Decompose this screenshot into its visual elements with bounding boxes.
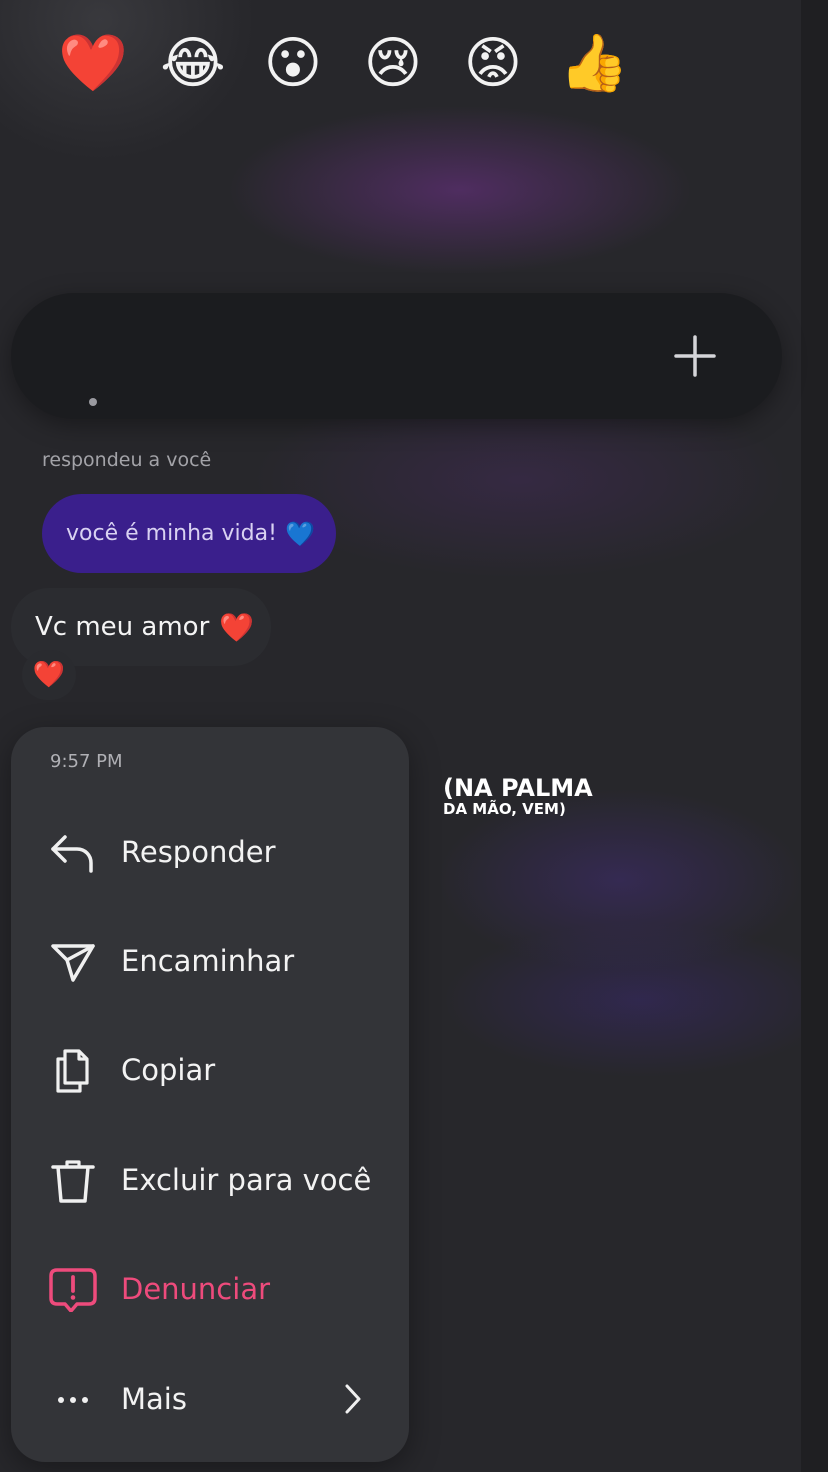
reaction-thumbs-up[interactable]: 👍 (556, 26, 632, 102)
quoted-message[interactable]: você é minha vida! 💙 (42, 494, 336, 573)
reaction-surprised[interactable]: 😮 (255, 26, 331, 102)
more-icon (58, 1397, 88, 1403)
forward-button[interactable]: Encaminhar (11, 911, 409, 1011)
reply-label: Responder (121, 835, 276, 869)
blue-heart-icon: 💙 (284, 519, 315, 548)
reaction-crying[interactable]: 😢 (355, 26, 431, 102)
report-icon (49, 1268, 97, 1312)
reply-icon (51, 835, 93, 873)
caption-line-2: DA MÃO, VEM) (443, 800, 566, 818)
reaction-tears-of-joy[interactable]: 😂 (155, 26, 231, 102)
copy-label: Copiar (121, 1053, 216, 1087)
more-label: Mais (121, 1382, 187, 1416)
red-heart-icon: ❤️ (219, 610, 255, 644)
reaction-angry[interactable]: 😡 (455, 26, 531, 102)
message-text: Vc meu amor (35, 612, 210, 642)
add-reaction-button[interactable] (665, 326, 725, 386)
reply-button[interactable]: Responder (11, 802, 409, 902)
message-reaction-badge[interactable]: ❤️ (22, 650, 76, 700)
red-heart-icon: ❤️ (58, 31, 128, 96)
copy-button[interactable]: Copiar (11, 1020, 409, 1120)
caption-line-1: (NA PALMA (443, 774, 593, 802)
forward-icon (51, 944, 95, 982)
report-label: Denunciar (121, 1272, 271, 1306)
message-time: 9:57 PM (50, 751, 123, 772)
crying-face-icon: 😢 (363, 31, 423, 96)
surprised-face-icon: 😮 (263, 31, 323, 96)
more-button[interactable]: Mais (11, 1349, 409, 1449)
screen-edge (801, 0, 828, 1472)
tears-of-joy-icon: 😂 (160, 31, 226, 96)
quoted-message-text: você é minha vida! (66, 521, 277, 546)
trash-icon (51, 1160, 95, 1203)
delete-for-you-label: Excluir para você (121, 1163, 372, 1197)
message-context-menu: 9:57 PM Responder Encaminhar Copiar Excl… (11, 727, 409, 1462)
lyric-caption: (NA PALMA DA MÃO, VEM) (443, 776, 593, 817)
plus-icon (674, 335, 716, 377)
copy-icon (56, 1049, 89, 1093)
angry-face-icon: 😡 (463, 31, 523, 96)
delete-for-you-button[interactable]: Excluir para você (11, 1130, 409, 1230)
selected-reaction-indicator (89, 398, 97, 406)
forward-label: Encaminhar (121, 944, 295, 978)
report-button[interactable]: Denunciar (11, 1239, 409, 1339)
reaction-red-heart[interactable]: ❤️ (55, 26, 131, 102)
chevron-right-icon (345, 1384, 361, 1414)
replied-label: respondeu a você (42, 449, 212, 471)
thumbs-up-icon: 👍 (559, 31, 629, 96)
red-heart-icon: ❤️ (32, 660, 66, 690)
